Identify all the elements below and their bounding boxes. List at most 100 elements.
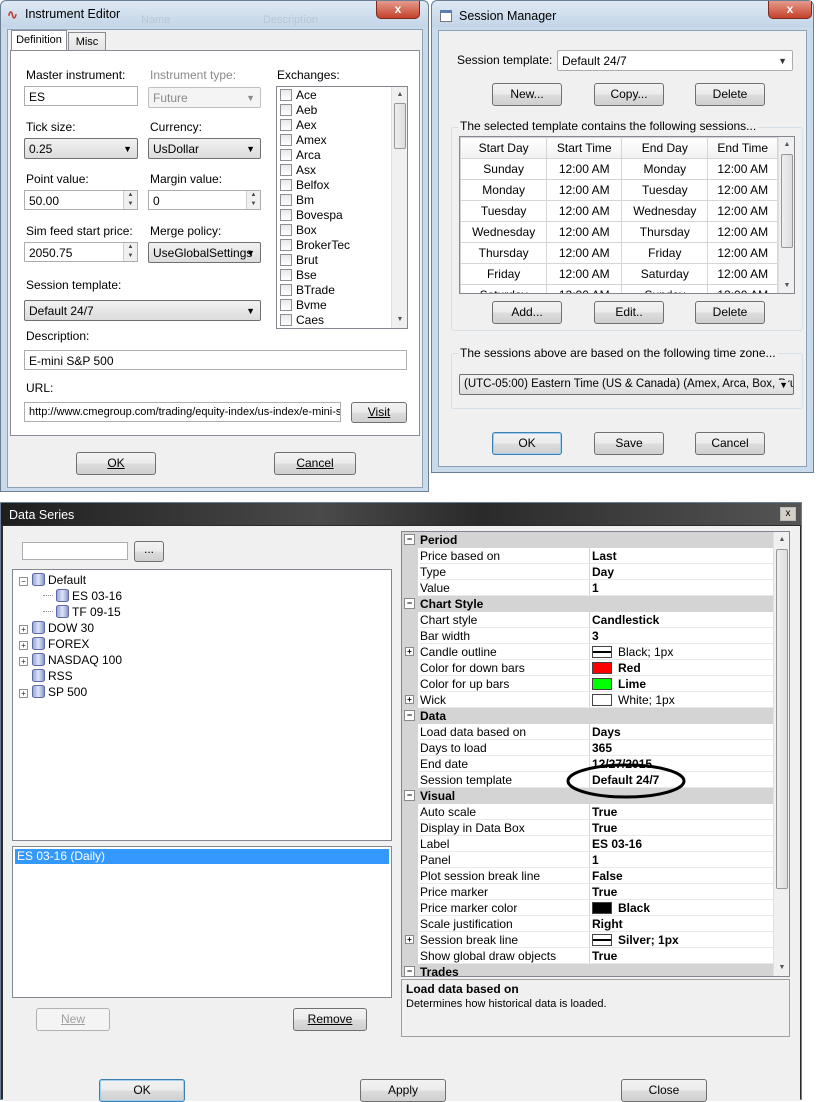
property-row[interactable]: Display in Data Box True: [402, 820, 773, 836]
property-row[interactable]: + Session break line Silver; 1px: [402, 932, 773, 948]
exchange-item[interactable]: Brut: [277, 253, 391, 268]
scroll-down-icon[interactable]: ▼: [774, 960, 789, 976]
exchange-item[interactable]: Box: [277, 223, 391, 238]
url-field[interactable]: http://www.cmegroup.com/trading/equity-i…: [24, 402, 341, 422]
sessions-table-frame[interactable]: Start Day Start Time End Day End Time Sunda…: [459, 136, 795, 294]
tree-item[interactable]: − Default: [19, 572, 86, 588]
collapse-icon[interactable]: −: [404, 790, 415, 801]
table-row[interactable]: Friday 12:00 AM Saturday 12:00 AM: [460, 263, 778, 285]
edit-session-button[interactable]: Edit..: [594, 301, 664, 324]
property-row[interactable]: Show global draw objects True: [402, 948, 773, 964]
property-value[interactable]: 1: [589, 852, 773, 868]
column-header[interactable]: End Time: [707, 137, 778, 159]
table-row[interactable]: Saturday12:00 AMSunday12:00 AM: [460, 284, 778, 293]
close-button[interactable]: x: [780, 507, 796, 521]
property-row[interactable]: + Candle outline Black; 1px: [402, 644, 773, 660]
property-grid[interactable]: − Period Price based on Last Type Day Value 1− C…: [401, 531, 790, 977]
exchanges-list[interactable]: Ace Aeb Aex Amex Arca Asx Belfox Bm Bovespa Box Br…: [276, 86, 408, 329]
data-series-titlebar[interactable]: [1, 503, 801, 525]
property-value[interactable]: Lime: [589, 676, 773, 692]
property-row[interactable]: Color for down bars Red: [402, 660, 773, 676]
property-value[interactable]: False: [589, 868, 773, 884]
expander-icon[interactable]: +: [19, 625, 28, 634]
property-value[interactable]: Day: [589, 564, 773, 580]
property-row[interactable]: Price marker True: [402, 884, 773, 900]
checkbox[interactable]: [280, 134, 292, 146]
margin-value-stepper[interactable]: 0 ▲ ▼: [148, 190, 261, 210]
table-row[interactable]: Wednesday 12:00 AM Thursday 12:00 AM: [460, 221, 778, 243]
checkbox[interactable]: [280, 254, 292, 266]
property-value[interactable]: True: [589, 804, 773, 820]
checkbox[interactable]: [280, 89, 292, 101]
exchange-item[interactable]: Ace: [277, 88, 391, 103]
exchange-item[interactable]: Bvme: [277, 298, 391, 313]
checkbox[interactable]: [280, 164, 292, 176]
scroll-up-icon[interactable]: ▲: [774, 532, 789, 548]
property-value[interactable]: Candlestick: [589, 612, 773, 628]
collapse-icon[interactable]: −: [404, 966, 415, 976]
checkbox[interactable]: [280, 299, 292, 311]
property-category[interactable]: − Chart Style: [402, 596, 773, 612]
exchange-item[interactable]: Belfox: [277, 178, 391, 193]
instrument-tree[interactable]: − Default ES 03-16 TF 09-15 + DOW 30 + FOREX + NA…: [12, 569, 392, 841]
table-row[interactable]: Sunday 12:00 AM Monday 12:00 AM: [460, 158, 778, 180]
property-value[interactable]: Right: [589, 916, 773, 932]
copy-template-button[interactable]: Copy...: [594, 83, 664, 106]
scroll-down-icon[interactable]: ▼: [779, 278, 794, 293]
property-category[interactable]: − Trades: [402, 964, 773, 976]
timezone-dropdown[interactable]: (UTC-05:00) Eastern Time (US & Canada) (…: [459, 374, 794, 395]
checkbox[interactable]: [280, 209, 292, 221]
tab-definition[interactable]: Definition: [11, 30, 67, 51]
property-value[interactable]: Days: [589, 724, 773, 740]
checkbox[interactable]: [280, 239, 292, 251]
close-dialog-button[interactable]: Close: [621, 1079, 707, 1102]
scroll-up-icon[interactable]: ▲: [392, 87, 407, 103]
property-value[interactable]: Last: [589, 548, 773, 564]
exchange-item[interactable]: Bse: [277, 268, 391, 283]
exchange-item[interactable]: Amex: [277, 133, 391, 148]
scroll-up-icon[interactable]: ▲: [779, 137, 794, 153]
exchange-item[interactable]: BTrade: [277, 283, 391, 298]
collapse-icon[interactable]: −: [404, 710, 415, 721]
property-value[interactable]: Red: [589, 660, 773, 676]
property-row[interactable]: Days to load 365: [402, 740, 773, 756]
property-row[interactable]: Bar width 3: [402, 628, 773, 644]
property-row[interactable]: Type Day: [402, 564, 773, 580]
tree-item[interactable]: + NASDAQ 100: [19, 652, 122, 668]
exchange-item[interactable]: Arca: [277, 148, 391, 163]
property-row[interactable]: Value 1: [402, 580, 773, 596]
scroll-thumb[interactable]: [394, 103, 406, 149]
merge-policy-dropdown[interactable]: UseGlobalSettings ▼: [148, 242, 261, 263]
delete-template-button[interactable]: Delete: [695, 83, 765, 106]
tick-size-dropdown[interactable]: 0.25 ▼: [24, 138, 138, 159]
series-list[interactable]: ES 03-16 (Daily): [12, 846, 392, 998]
property-scrollbar[interactable]: ▲ ▼: [773, 532, 789, 976]
close-button[interactable]: x: [768, 1, 812, 19]
checkbox[interactable]: [280, 104, 292, 116]
tab-misc[interactable]: Misc: [68, 32, 106, 51]
cancel-button[interactable]: Cancel: [695, 432, 765, 455]
checkbox[interactable]: [280, 314, 292, 326]
exchange-item[interactable]: BrokerTec: [277, 238, 391, 253]
table-row[interactable]: Monday 12:00 AM Tuesday 12:00 AM: [460, 179, 778, 201]
new-template-button[interactable]: New...: [492, 83, 562, 106]
property-row[interactable]: Label ES 03-16: [402, 836, 773, 852]
sim-feed-stepper[interactable]: 2050.75 ▲ ▼: [24, 242, 138, 262]
exchange-item[interactable]: Asx: [277, 163, 391, 178]
instrument-search-input[interactable]: [22, 542, 128, 560]
ok-button[interactable]: OK: [76, 452, 156, 475]
property-value[interactable]: Silver; 1px: [589, 932, 773, 948]
property-value[interactable]: 365: [589, 740, 773, 756]
tree-item[interactable]: TF 09-15: [43, 604, 121, 620]
stepper-arrows-icon[interactable]: ▲ ▼: [123, 243, 137, 261]
property-row[interactable]: Panel 1: [402, 852, 773, 868]
checkbox[interactable]: [280, 284, 292, 296]
template-dropdown[interactable]: Default 24/7 ▼: [557, 50, 793, 71]
checkbox[interactable]: [280, 224, 292, 236]
property-value[interactable]: 1: [589, 580, 773, 596]
property-value[interactable]: True: [589, 820, 773, 836]
exchange-item[interactable]: Aeb: [277, 103, 391, 118]
close-button[interactable]: x: [376, 1, 420, 19]
sessions-scrollbar[interactable]: ▲ ▼: [778, 137, 794, 293]
property-value[interactable]: White; 1px: [589, 692, 773, 708]
